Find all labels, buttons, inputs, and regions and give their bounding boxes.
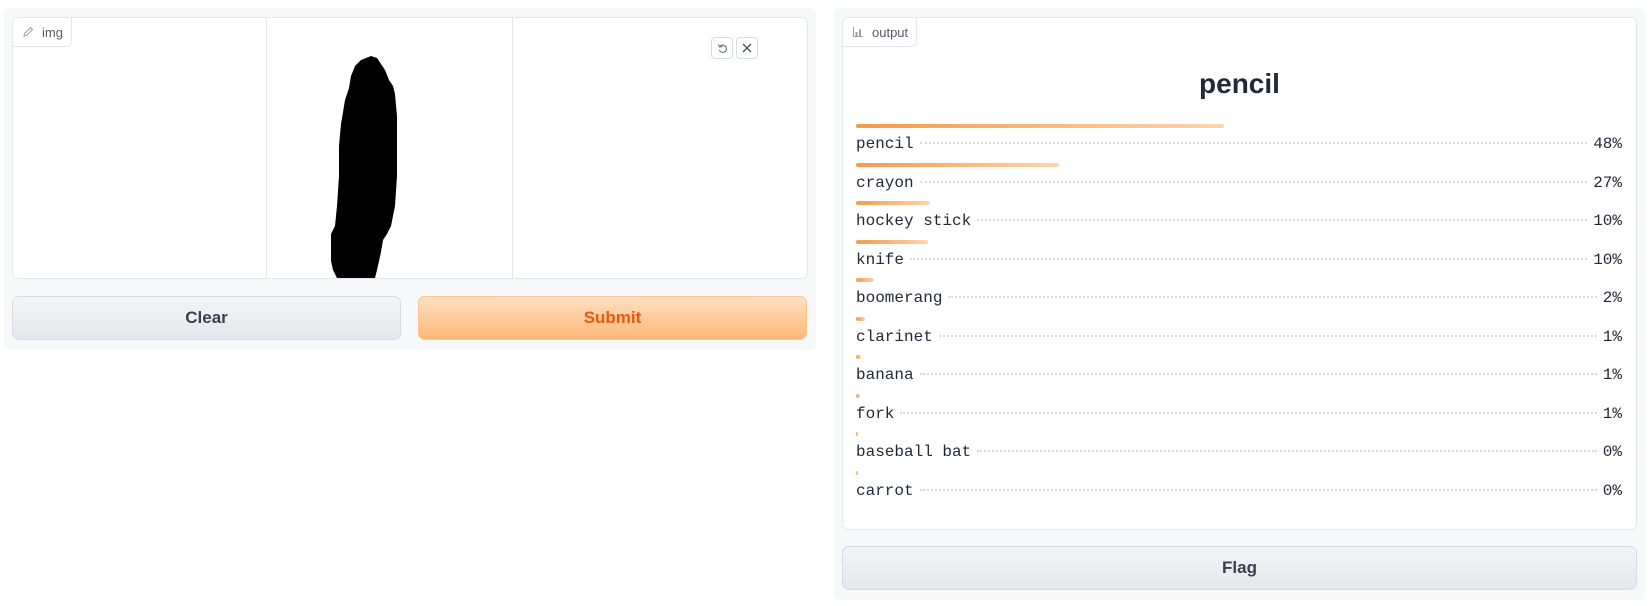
close-button[interactable] [736,37,758,59]
confidence-bar [856,163,1059,167]
predicted-label: pencil [1199,68,1280,99]
confidence-label: boomerang [856,289,943,307]
confidence-line: knife 10% [856,251,1622,269]
confidence-row: fork 1% [856,394,1622,434]
pencil-icon [23,26,34,37]
dotted-leader [919,181,1588,183]
confidence-line: boomerang 2% [856,289,1622,307]
sketch-drawing [331,56,397,278]
confidence-label: crayon [856,174,914,192]
confidence-label: baseball bat [856,443,972,461]
confidence-bar [856,278,874,282]
confidence-label: clarinet [856,328,933,346]
confidence-row: hockey stick 10% [856,201,1622,241]
dotted-leader [948,296,1597,298]
confidence-row: knife 10% [856,240,1622,280]
undo-button[interactable] [711,37,733,59]
sketchpad[interactable]: img [12,17,808,279]
canvas-guide-line [266,18,267,278]
output-label-tag: output [843,18,918,47]
dotted-leader [938,335,1597,337]
clear-button[interactable]: Clear [12,296,401,340]
confidence-percent: 48% [1593,135,1622,153]
input-label-tag: img [13,18,72,47]
label-output: output pencil pencil 48% crayon 27% hockey s… [842,17,1637,530]
dotted-leader [910,258,1588,260]
dotted-leader [919,142,1588,144]
dotted-leader [919,489,1597,491]
confidence-bar [856,394,860,398]
confidence-label: hockey stick [856,212,972,230]
confidence-label: fork [856,405,895,423]
confidence-line: carrot 0% [856,482,1622,500]
confidence-percent: 0% [1602,482,1622,500]
output-label: output [872,24,909,40]
dotted-leader [919,373,1597,375]
confidence-row: banana 1% [856,355,1622,395]
confidence-percent: 2% [1602,289,1622,307]
confidence-percent: 1% [1602,328,1622,346]
confidence-row: crayon 27% [856,163,1622,203]
confidence-row: pencil 48% [856,124,1622,164]
confidence-bar [856,240,928,244]
confidence-row: clarinet 1% [856,317,1622,357]
dotted-leader [900,412,1597,414]
confidence-bar [856,317,865,321]
confidence-label: pencil [856,135,914,153]
confidence-line: pencil 48% [856,135,1622,153]
flag-button[interactable]: Flag [842,546,1637,590]
confidence-line: clarinet 1% [856,328,1622,346]
confidence-label: carrot [856,482,914,500]
confidence-line: hockey stick 10% [856,212,1622,230]
confidence-row: carrot 0% [856,471,1622,511]
confidence-line: crayon 27% [856,174,1622,192]
confidence-percent: 1% [1602,405,1622,423]
confidence-row: boomerang 2% [856,278,1622,318]
dotted-leader [977,219,1588,221]
confidence-bar [856,432,858,436]
confidence-percent: 1% [1602,366,1622,384]
input-label: img [42,24,63,40]
dotted-leader [977,450,1597,452]
canvas-guide-line [512,18,513,278]
input-panel: img Clear Submit [4,8,816,350]
confidence-percent: 10% [1593,251,1622,269]
confidence-percent: 0% [1602,443,1622,461]
submit-button[interactable]: Submit [418,296,807,340]
confidence-line: baseball bat 0% [856,443,1622,461]
close-icon [742,43,752,53]
confidence-label: banana [856,366,914,384]
undo-icon [717,43,727,53]
confidence-bar [856,355,861,359]
confidence-percent: 27% [1593,174,1622,192]
confidence-bar [856,201,930,205]
confidence-row: baseball bat 0% [856,432,1622,472]
confidence-bar [856,124,1224,128]
bar-chart-icon [853,27,863,37]
confidence-line: fork 1% [856,405,1622,423]
output-panel: output pencil pencil 48% crayon 27% hockey s… [834,8,1645,600]
confidence-label: knife [856,251,905,269]
confidence-percent: 10% [1593,212,1622,230]
confidence-line: banana 1% [856,366,1622,384]
confidence-bar [856,471,858,475]
